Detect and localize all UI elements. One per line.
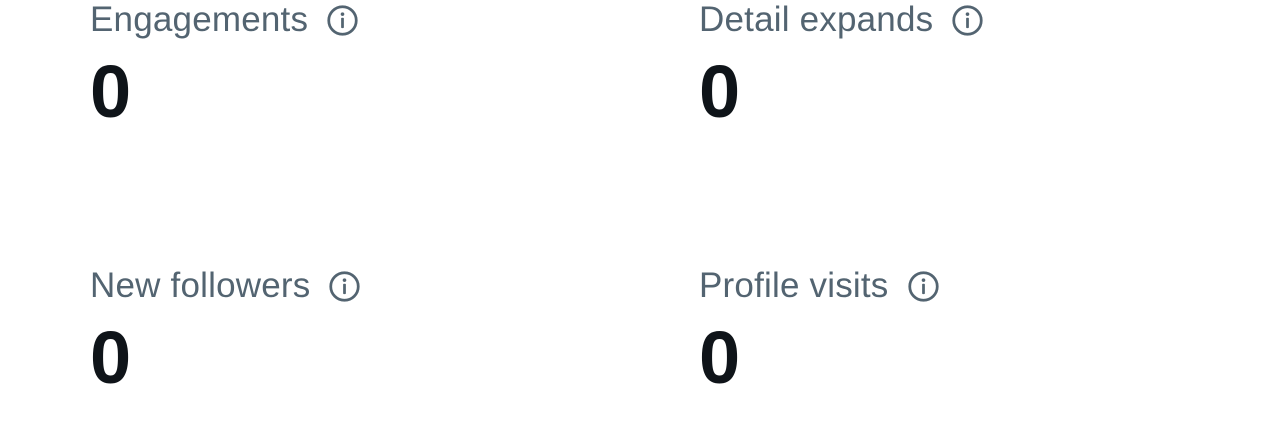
- metric-value: 0: [90, 50, 132, 133]
- metric-label: New followers: [90, 266, 311, 305]
- metric-header: Profile visits: [699, 266, 1259, 306]
- metric-new-followers: New followers 0: [90, 266, 650, 416]
- metric-detail-expands: Detail expands 0: [699, 0, 1259, 150]
- metric-header: Engagements: [90, 0, 650, 40]
- metric-value: 0: [699, 316, 741, 399]
- metric-header: New followers: [90, 266, 650, 306]
- info-icon[interactable]: [907, 270, 940, 303]
- metric-label: Detail expands: [699, 0, 934, 39]
- metric-engagements: Engagements 0: [90, 0, 650, 150]
- metric-profile-visits: Profile visits 0: [699, 266, 1259, 416]
- metric-label: Engagements: [90, 0, 309, 39]
- metrics-grid: Engagements 0 Detail expands 0 New follo…: [0, 0, 1284, 427]
- metric-value: 0: [90, 316, 132, 399]
- info-icon[interactable]: [328, 270, 361, 303]
- info-icon[interactable]: [951, 4, 984, 37]
- info-icon[interactable]: [326, 4, 359, 37]
- metric-value: 0: [699, 50, 741, 133]
- metric-label: Profile visits: [699, 266, 889, 305]
- metric-header: Detail expands: [699, 0, 1259, 40]
